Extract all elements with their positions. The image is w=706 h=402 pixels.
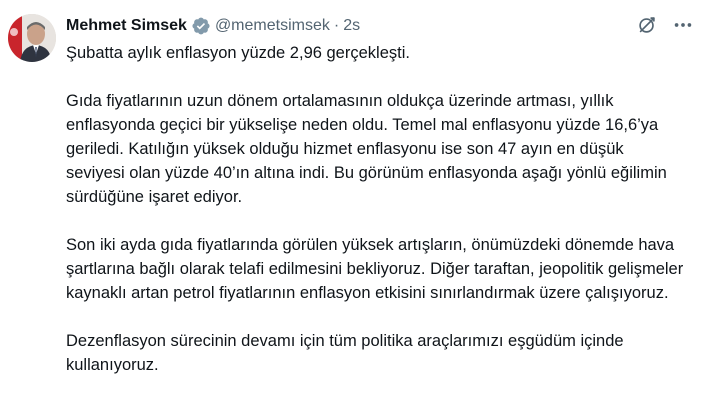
separator-dot: · [333,17,340,34]
author-handle[interactable]: @memetsimsek [215,17,330,35]
tweet-paragraph: Dezenflasyon sürecinin devamı için tüm p… [66,332,624,374]
tweet-text: Şubatta aylık enflasyon yüzde 2,96 gerçe… [66,41,686,377]
avatar[interactable] [8,14,56,62]
verified-badge-icon[interactable] [191,16,211,36]
author-name[interactable]: Mehmet Simsek [66,17,187,35]
tweet-paragraph: Gıda fiyatlarının uzun dönem ortalamasın… [66,92,667,206]
tweet-header: Mehmet Simsek @memetsimsek · 2s [66,14,360,38]
tweet-paragraph: Şubatta aylık enflasyon yüzde 2,96 gerçe… [66,44,410,62]
tweet-actions [636,14,694,36]
timestamp[interactable]: 2s [343,17,360,35]
tweet-paragraph: Son iki ayda gıda fiyatlarında görülen y… [66,236,684,302]
grok-icon[interactable] [636,14,658,36]
more-options-icon[interactable] [672,14,694,36]
tweet: Mehmet Simsek @memetsimsek · 2s Şubatta … [0,0,706,402]
avatar-image [8,14,56,62]
